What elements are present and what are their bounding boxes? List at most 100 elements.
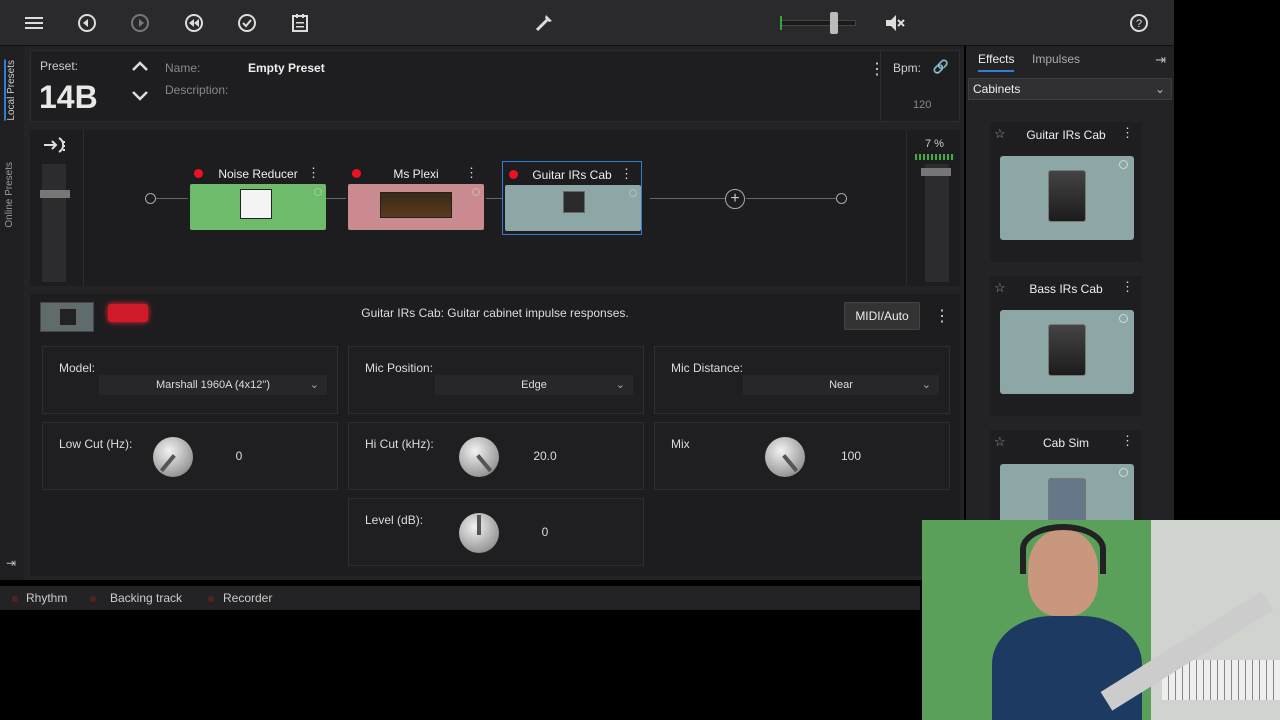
pedal-body [348, 184, 484, 230]
wire [156, 198, 188, 199]
menu-icon[interactable] [21, 10, 47, 36]
wire [326, 198, 346, 199]
rhythm-button[interactable]: Rhythm [26, 591, 67, 605]
preset-down-icon[interactable] [131, 89, 149, 107]
pedal-noise-reducer[interactable]: Noise Reducer ⋮ [188, 164, 328, 230]
hi-cut-param: Hi Cut (kHz): 20.0 [348, 422, 644, 490]
name-label: Name: [165, 61, 201, 75]
mix-knob[interactable] [765, 437, 805, 477]
midi-auto-button[interactable]: MIDI/Auto [844, 302, 920, 330]
level-label: Level (dB): [365, 513, 424, 527]
model-label: Model: [59, 361, 96, 375]
svg-text:?: ? [1136, 18, 1142, 30]
preset-number: 14B [39, 79, 98, 115]
card-more-icon[interactable]: ⋮ [1121, 433, 1134, 449]
tab-local-presets[interactable]: Local Presets [4, 60, 17, 121]
mic-position-param: Mic Position: Edge ⌄ [348, 346, 644, 414]
mic-position-select[interactable]: Edge ⌄ [435, 375, 633, 395]
mic-distance-select[interactable]: Near ⌄ [743, 375, 939, 395]
save-icon[interactable] [234, 10, 260, 36]
model-value: Marshall 1960A (4x12") [156, 379, 270, 391]
pedal-more-icon[interactable]: ⋮ [307, 165, 320, 181]
signal-chain: + Noise Reducer ⋮ Ms Plexi ⋮ Guitar IRs … [30, 130, 960, 286]
effects-browser: Effects Impulses ⇥ Cabinets ⌄ ☆ Guitar I… [966, 46, 1174, 580]
add-effect-button[interactable]: + [725, 189, 745, 209]
output-meter [915, 154, 955, 160]
pedal-more-icon[interactable]: ⋮ [620, 166, 633, 182]
chevron-down-icon: ⌄ [615, 379, 625, 391]
tab-online-presets[interactable]: Online Presets [4, 162, 15, 228]
mic-distance-value: Near [829, 379, 853, 391]
preset-browser-tabs: Local Presets Online Presets ⇥ [0, 46, 24, 580]
low-cut-label: Low Cut (Hz): [59, 437, 133, 451]
rhythm-led [12, 596, 18, 602]
level-value[interactable]: 0 [525, 525, 565, 539]
hi-cut-knob[interactable] [459, 437, 499, 477]
card-image [1000, 464, 1134, 520]
category-select[interactable]: Cabinets ⌄ [968, 78, 1172, 100]
backing-track-led [90, 596, 96, 602]
link-icon[interactable]: 🔗 [933, 59, 949, 75]
pedal-ms-plexi[interactable]: Ms Plexi ⋮ [346, 164, 486, 230]
preset-up-icon[interactable] [131, 59, 149, 77]
pedal-guitar-irs-cab[interactable]: Guitar IRs Cab ⋮ [502, 161, 642, 235]
card-more-icon[interactable]: ⋮ [1121, 279, 1134, 295]
revert-icon[interactable] [181, 10, 207, 36]
output-thumb[interactable] [921, 168, 951, 176]
expand-panel-icon[interactable]: ⇥ [6, 556, 16, 570]
webcam-overlay [922, 520, 1280, 720]
level-param: Level (dB): 0 [348, 498, 644, 566]
recorder-button[interactable]: Recorder [223, 591, 272, 605]
chevron-down-icon: ⌄ [1154, 82, 1165, 96]
detail-more-icon[interactable]: ⋮ [934, 306, 950, 326]
wire [746, 198, 836, 199]
mute-icon[interactable] [882, 10, 908, 36]
pedal-body [505, 185, 641, 231]
cabinet-graphic [563, 191, 585, 213]
preset-label: Preset: [40, 59, 79, 73]
output-track [925, 164, 949, 282]
input-gate-icon[interactable] [42, 136, 66, 159]
tab-impulses[interactable]: Impulses [1032, 52, 1080, 66]
tab-effects[interactable]: Effects [978, 52, 1015, 72]
redo-icon[interactable] [127, 10, 153, 36]
hi-cut-value[interactable]: 20.0 [525, 449, 565, 463]
description-label: Description: [165, 83, 229, 97]
collapse-panel-icon[interactable]: ⇥ [1155, 52, 1166, 68]
tuner-icon[interactable] [531, 10, 557, 36]
card-title: Cab Sim [1042, 436, 1089, 450]
model-select[interactable]: Marshall 1960A (4x12") ⌄ [99, 375, 327, 395]
chevron-down-icon: ⌄ [921, 379, 931, 391]
notes-icon[interactable] [287, 10, 313, 36]
card-title: Bass IRs Cab [1029, 282, 1103, 296]
pedal-body [190, 184, 326, 230]
card-more-icon[interactable]: ⋮ [1121, 125, 1134, 141]
pedal-param-dot [314, 188, 322, 196]
effect-detail-panel: Guitar IRs Cab: Guitar cabinet impulse r… [30, 294, 960, 576]
pedal-more-icon[interactable]: ⋮ [465, 165, 478, 181]
master-volume-slider[interactable] [780, 12, 856, 34]
main-panel: Preset: 14B Name: Empty Preset Descripti… [24, 46, 964, 580]
level-knob[interactable] [459, 513, 499, 553]
low-cut-value[interactable]: 0 [219, 449, 259, 463]
low-cut-knob[interactable] [153, 437, 193, 477]
bpm-value[interactable]: 120 [913, 99, 931, 111]
preset-name[interactable]: Empty Preset [248, 61, 325, 75]
chain-output-node [836, 193, 847, 204]
volume-meter [780, 16, 782, 30]
mix-value[interactable]: 100 [831, 449, 871, 463]
input-thumb[interactable] [40, 190, 70, 198]
effect-card[interactable]: ☆ Bass IRs Cab ⋮ [990, 276, 1142, 416]
undo-icon[interactable] [74, 10, 100, 36]
effect-card[interactable]: ☆ Guitar IRs Cab ⋮ [990, 122, 1142, 262]
mic-distance-label: Mic Distance: [671, 361, 744, 375]
top-toolbar: ? [0, 0, 1174, 46]
help-icon[interactable]: ? [1126, 10, 1152, 36]
volume-thumb[interactable] [830, 12, 838, 34]
preset-header: Preset: 14B Name: Empty Preset Descripti… [30, 50, 900, 122]
pedal-param-dot [629, 189, 637, 197]
bpm-box: Bpm: 🔗 120 [880, 50, 960, 122]
noise-reducer-graphic [240, 189, 272, 219]
effect-card[interactable]: ☆ Cab Sim ⋮ [990, 430, 1142, 520]
backing-track-button[interactable]: Backing track [110, 591, 182, 605]
